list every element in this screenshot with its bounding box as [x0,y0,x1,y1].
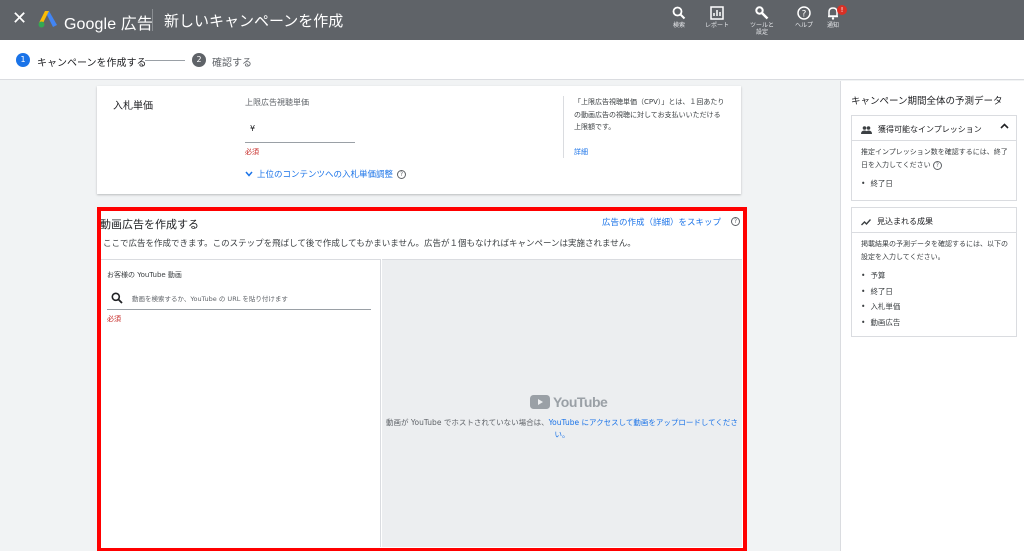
search-tool-label: 検索 [672,22,685,29]
step-1-label[interactable]: キャンペーンを作成する [37,54,147,69]
upload-message-text: 動画が YouTube でホストされていない場合は、 [386,418,549,427]
youtube-video-label: お客様の YouTube 動画 [107,271,182,279]
bid-adjustment-label: 上位のコンテンツへの入札単価調整 [257,170,394,180]
progress-stepper: 1 キャンペーンを作成する 2 確認する [0,40,1024,80]
upload-message: 動画が YouTube でホストされていない場合は、YouTube にアクセスし… [384,417,740,441]
help-icon[interactable]: ? [932,161,942,170]
cpv-help-text: 「上限広告視聴単価（CPV）」とは、１回あたりの動画広告の視聴に対してお支払いい… [574,98,725,131]
list-item: 終了日 [861,284,900,300]
search-tool-button[interactable]: 検索 [659,6,699,29]
bid-section: 入札単価 上限広告視聴単価 ¥ 必須 上位のコンテンツへの入札単価調整 ? 「上… [97,86,741,194]
results-header[interactable]: 見込まれる成果 [861,216,933,227]
impressions-title: 獲得可能なインプレッション [878,125,982,134]
results-list: 予算 終了日 入札単価 動画広告 [861,268,900,330]
top-app-bar: ✕ Google 広告 新しいキャンペーンを作成 検索 レポート ツールと設定 [0,0,1024,40]
impressions-card: 獲得可能なインプレッション 推定インプレッション数を確認するには、終了日を入力し… [851,115,1017,201]
notification-badge: ! [837,5,847,15]
step-1-number: 1 [16,53,30,67]
reports-tool-button[interactable]: レポート [697,6,737,29]
results-body: 掲載結果の予測データを確認するには、以下の設定を入力してください。 [861,240,1008,261]
search-icon [111,292,123,304]
forecast-title: キャンペーン期間全体の予測データ [851,96,1003,107]
list-item: 予算 [861,268,900,284]
video-preview-panel: YouTube 動画が YouTube でホストされていない場合は、YouTub… [382,259,742,547]
currency-symbol: ¥ [250,124,256,133]
page-title: 新しいキャンペーンを作成 [164,12,344,30]
reports-tool-label: レポート [704,22,729,29]
google-ads-logo [38,11,57,28]
step-2-label[interactable]: 確認する [212,54,252,69]
youtube-logo-text: YouTube [553,394,608,410]
cpv-details-link[interactable]: 詳細 [574,147,588,157]
results-card: 見込まれる成果 掲載結果の予測データを確認するには、以下の設定を入力してください… [851,207,1017,337]
notifications-button[interactable]: ! 通知 [813,5,853,29]
impressions-header[interactable]: 獲得可能なインプレッション [861,124,982,135]
card-divider [852,140,1016,141]
impressions-body: 推定インプレッション数を確認するには、終了日を入力してください ? [861,146,1011,172]
video-ad-description: ここで広告を作成できます。このステップを飛ばして後で作成してもかまいません。広告… [103,239,636,249]
help-icon[interactable]: ? [731,217,740,226]
search-icon [672,6,686,20]
youtube-logo: YouTube [530,394,608,410]
video-search-input[interactable] [132,295,372,303]
tools-settings-label: ツールと設定 [749,22,774,36]
skip-ad-creation-link[interactable]: 広告の作成（詳細）をスキップ [602,216,721,228]
reports-icon [710,6,724,20]
impressions-list: 終了日 [861,176,893,192]
help-icon[interactable]: ? [397,169,407,179]
search-underline [107,309,371,310]
video-required-note: 必須 [107,315,121,323]
card-divider [852,232,1016,233]
max-cpv-input[interactable] [245,142,355,143]
help-divider [563,96,564,158]
people-icon [861,125,872,134]
chevron-up-icon[interactable] [1000,123,1009,129]
chevron-down-icon [245,171,253,177]
youtube-play-icon [530,395,550,409]
close-icon[interactable]: ✕ [12,9,27,29]
trending-up-icon [861,218,871,225]
bid-required-note: 必須 [245,148,259,156]
youtube-upload-link[interactable]: YouTube にアクセスして動画をアップロードしてください。 [549,418,738,439]
step-connector [145,60,185,61]
list-item: 終了日 [861,176,893,192]
video-ad-title: 動画広告を作成する [100,218,199,231]
max-cpv-label: 上限広告視聴単価 [245,98,309,107]
svg-text:?: ? [802,10,807,20]
bid-title: 入札単価 [113,101,153,112]
tools-settings-button[interactable]: ツールと設定 [742,6,782,36]
list-item: 入札単価 [861,299,900,315]
help-icon: ? [797,6,811,20]
bid-adjustment-toggle[interactable]: 上位のコンテンツへの入札単価調整 ? [245,168,407,180]
results-title: 見込まれる成果 [877,217,933,226]
wrench-icon [755,6,769,20]
list-item: 動画広告 [861,315,900,331]
brand-divider [152,9,153,31]
forecast-sidebar: キャンペーン期間全体の予測データ 獲得可能なインプレッション 推定インプレッショ… [840,81,1024,551]
youtube-video-panel: お客様の YouTube 動画 必須 [101,259,381,547]
step-2-number: 2 [192,53,206,67]
brand-name: Google 広告 [64,16,153,33]
notifications-label: 通知 [826,22,839,29]
